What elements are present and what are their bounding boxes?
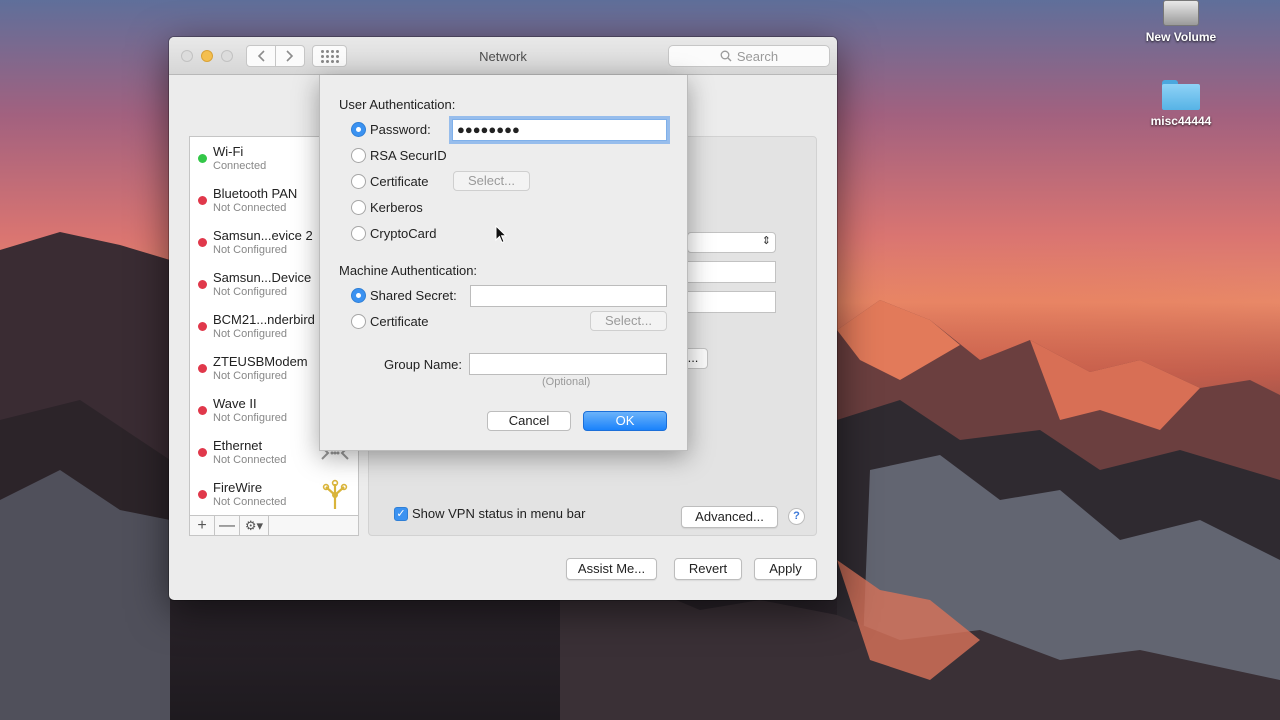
search-field[interactable]: Search — [668, 45, 830, 67]
service-list-toolbar: + — ⚙▾ — [189, 515, 359, 536]
service-name: Bluetooth PAN — [213, 186, 298, 201]
service-status: Not Configured — [213, 328, 287, 340]
firewire-icon — [322, 479, 348, 509]
status-dot-icon — [198, 238, 207, 247]
kerberos-radio[interactable] — [351, 199, 366, 215]
status-dot-icon — [198, 280, 207, 289]
radio-label: Password: — [370, 121, 431, 137]
apply-button[interactable]: Apply — [754, 558, 817, 580]
status-dot-icon — [198, 154, 207, 163]
mouse-pointer-icon — [495, 225, 507, 244]
service-status: Not Configured — [213, 370, 287, 382]
status-dot-icon — [198, 196, 207, 205]
show-vpn-status-label: Show VPN status in menu bar — [412, 506, 586, 521]
show-vpn-status-checkbox[interactable]: ✓ — [394, 506, 408, 521]
machine-certificate-select-button[interactable]: Select... — [590, 311, 667, 331]
service-name: Samsun...evice 2 — [213, 228, 313, 243]
rsa-securid-radio[interactable] — [351, 147, 366, 163]
radio-label: Shared Secret: — [370, 287, 457, 303]
service-name: FireWire — [213, 480, 263, 495]
service-name: ZTEUSBModem — [213, 354, 308, 369]
service-status: Not Configured — [213, 286, 287, 298]
gear-menu-button[interactable]: ⚙▾ — [240, 516, 269, 535]
service-name: Wave II — [213, 396, 257, 411]
desktop-icon-label: New Volume — [1145, 30, 1217, 44]
service-status: Connected — [213, 160, 267, 172]
group-name-hint: (Optional) — [542, 376, 591, 388]
revert-button[interactable]: Revert — [674, 558, 742, 580]
machine-auth-option-shared-secret[interactable]: Shared Secret: — [351, 286, 457, 304]
service-item-firewire[interactable]: FireWire Not Connected — [190, 473, 358, 515]
group-name-label: Group Name: — [383, 357, 462, 372]
remove-service-button[interactable]: — — [215, 516, 240, 535]
desktop-icon-label: misc44444 — [1150, 114, 1212, 128]
status-dot-icon — [198, 406, 207, 415]
shared-secret-field[interactable] — [470, 285, 667, 307]
service-status: Not Configured — [213, 412, 287, 424]
folder-icon — [1162, 80, 1200, 110]
user-authentication-title: User Authentication: — [339, 97, 456, 112]
radio-label: RSA SecurID — [370, 147, 447, 163]
search-icon — [720, 50, 732, 62]
up-down-chevron-icon: ⇕ — [761, 235, 771, 247]
machine-auth-option-certificate[interactable]: Certificate — [351, 312, 429, 330]
status-dot-icon — [198, 448, 207, 457]
title-bar: Network Search — [169, 37, 837, 75]
service-name: Samsun...Device — [213, 270, 312, 285]
service-name: Wi-Fi — [213, 144, 244, 159]
radio-label: Certificate — [370, 173, 429, 189]
service-status: Not Connected — [213, 202, 287, 214]
search-placeholder: Search — [736, 48, 779, 64]
status-dot-icon — [198, 322, 207, 331]
service-status: Not Configured — [213, 244, 287, 256]
add-service-button[interactable]: + — [190, 516, 215, 535]
status-dot-icon — [198, 364, 207, 373]
authentication-settings-sheet: User Authentication: Password: ●●●●●●●● … — [319, 75, 688, 451]
user-certificate-select-button[interactable]: Select... — [453, 171, 530, 191]
service-name: Ethernet — [213, 438, 263, 453]
password-field[interactable]: ●●●●●●●● — [452, 119, 667, 141]
help-button[interactable]: ? — [788, 508, 805, 525]
user-auth-option-cryptocard[interactable]: CryptoCard — [351, 224, 436, 242]
desktop-icon-misc-folder[interactable]: misc44444 — [1126, 80, 1236, 128]
group-name-field[interactable] — [469, 353, 667, 375]
advanced-button[interactable]: Advanced... — [681, 506, 778, 528]
configuration-popup[interactable]: ⇕ — [687, 232, 776, 253]
machine-authentication-title: Machine Authentication: — [339, 263, 478, 278]
service-name: BCM21...nderbird — [213, 312, 315, 327]
user-certificate-radio[interactable] — [351, 173, 366, 189]
cancel-button[interactable]: Cancel — [487, 411, 571, 431]
show-vpn-status-row[interactable]: ✓ Show VPN status in menu bar — [394, 506, 585, 521]
status-dot-icon — [198, 490, 207, 499]
service-status: Not Connected — [213, 454, 287, 466]
ok-button[interactable]: OK — [583, 411, 667, 431]
disk-icon — [1163, 0, 1199, 26]
desktop-icon-new-volume[interactable]: New Volume — [1126, 0, 1236, 44]
server-address-field[interactable] — [687, 261, 776, 283]
account-name-field[interactable] — [687, 291, 776, 313]
cryptocard-radio[interactable] — [351, 225, 366, 241]
user-auth-option-kerberos[interactable]: Kerberos — [351, 198, 423, 216]
radio-label: Kerberos — [370, 199, 423, 215]
shared-secret-radio[interactable] — [351, 287, 366, 303]
password-radio[interactable] — [351, 121, 366, 137]
machine-certificate-radio[interactable] — [351, 313, 366, 329]
radio-label: CryptoCard — [370, 225, 437, 241]
user-auth-option-certificate[interactable]: Certificate — [351, 172, 429, 190]
radio-label: Certificate — [370, 313, 429, 329]
user-auth-option-rsa-securid[interactable]: RSA SecurID — [351, 146, 447, 164]
user-auth-option-password[interactable]: Password: — [351, 120, 431, 138]
assist-me-button[interactable]: Assist Me... — [566, 558, 657, 580]
service-status: Not Connected — [213, 496, 287, 508]
